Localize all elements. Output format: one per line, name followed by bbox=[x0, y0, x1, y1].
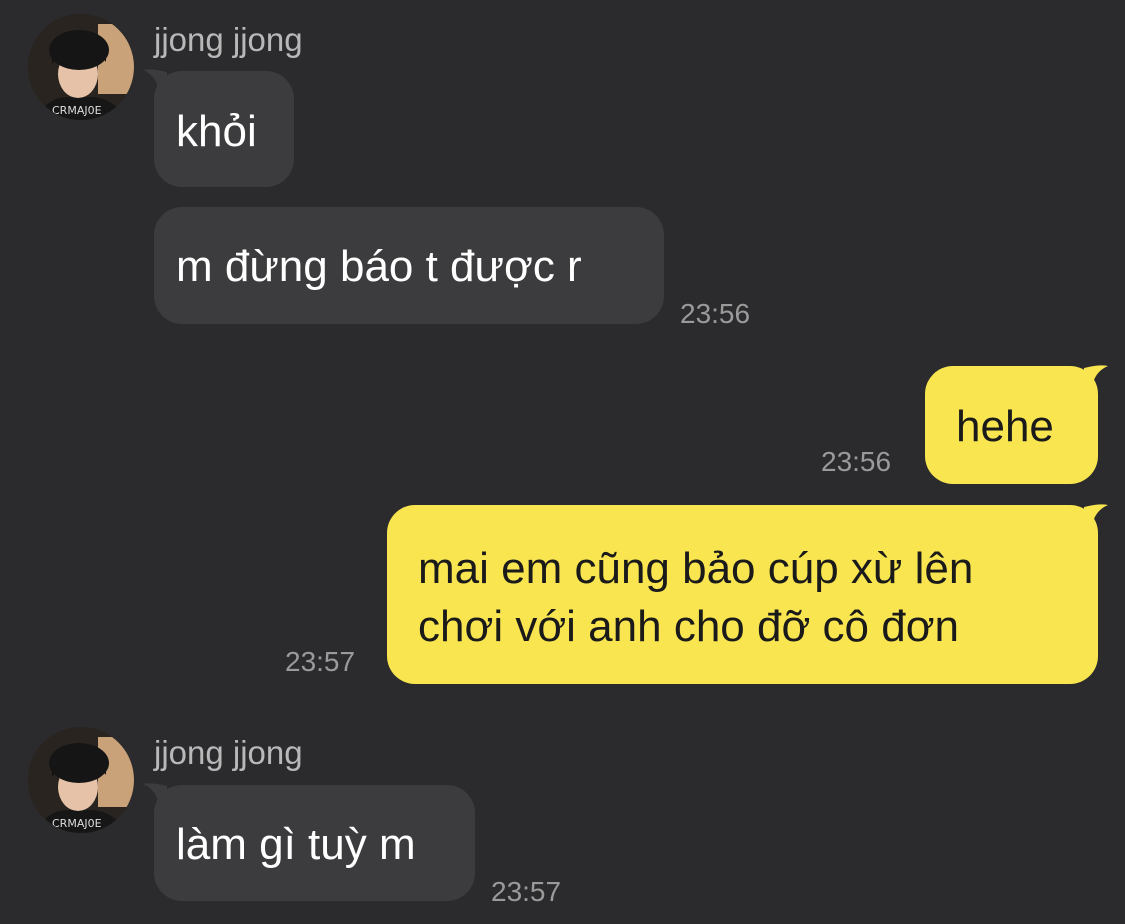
bubble-tail bbox=[1084, 365, 1108, 388]
incoming-message-bubble[interactable]: làm gì tuỳ m bbox=[154, 785, 475, 901]
message-text: khỏi bbox=[176, 107, 257, 156]
message-text: làm gì tuỳ m bbox=[176, 820, 416, 869]
message-timestamp: 23:56 bbox=[821, 446, 892, 477]
incoming-message-bubble[interactable]: m đừng báo t được r bbox=[154, 207, 664, 324]
outgoing-message-bubble[interactable]: hehe bbox=[925, 366, 1098, 484]
svg-text:CRMAJ0E: CRMAJ0E bbox=[52, 104, 102, 117]
profile-photo-icon: CRMAJ0E bbox=[28, 727, 134, 833]
sender-name: jjong jjong bbox=[154, 21, 303, 58]
incoming-message-bubble[interactable]: khỏi bbox=[154, 71, 294, 187]
message-text-line: mai em cũng bảo cúp xừ lên bbox=[418, 544, 974, 593]
sender-avatar[interactable]: CRMAJ0E bbox=[28, 14, 134, 120]
message-timestamp: 23:56 bbox=[680, 298, 751, 329]
bubble-tail bbox=[1084, 504, 1108, 527]
svg-text:CRMAJ0E: CRMAJ0E bbox=[52, 817, 102, 830]
message-timestamp: 23:57 bbox=[491, 876, 562, 907]
sender-avatar[interactable]: CRMAJ0E bbox=[28, 727, 134, 833]
message-text: hehe bbox=[956, 402, 1054, 451]
message-text-line: chơi với anh cho đỡ cô đơn bbox=[418, 602, 960, 651]
profile-photo-icon: CRMAJ0E bbox=[28, 14, 134, 120]
outgoing-message-bubble[interactable]: mai em cũng bảo cúp xừ lên chơi với anh … bbox=[387, 505, 1098, 684]
message-timestamp: 23:57 bbox=[285, 646, 356, 677]
sender-name: jjong jjong bbox=[154, 734, 303, 771]
message-text: m đừng báo t được r bbox=[176, 242, 582, 291]
